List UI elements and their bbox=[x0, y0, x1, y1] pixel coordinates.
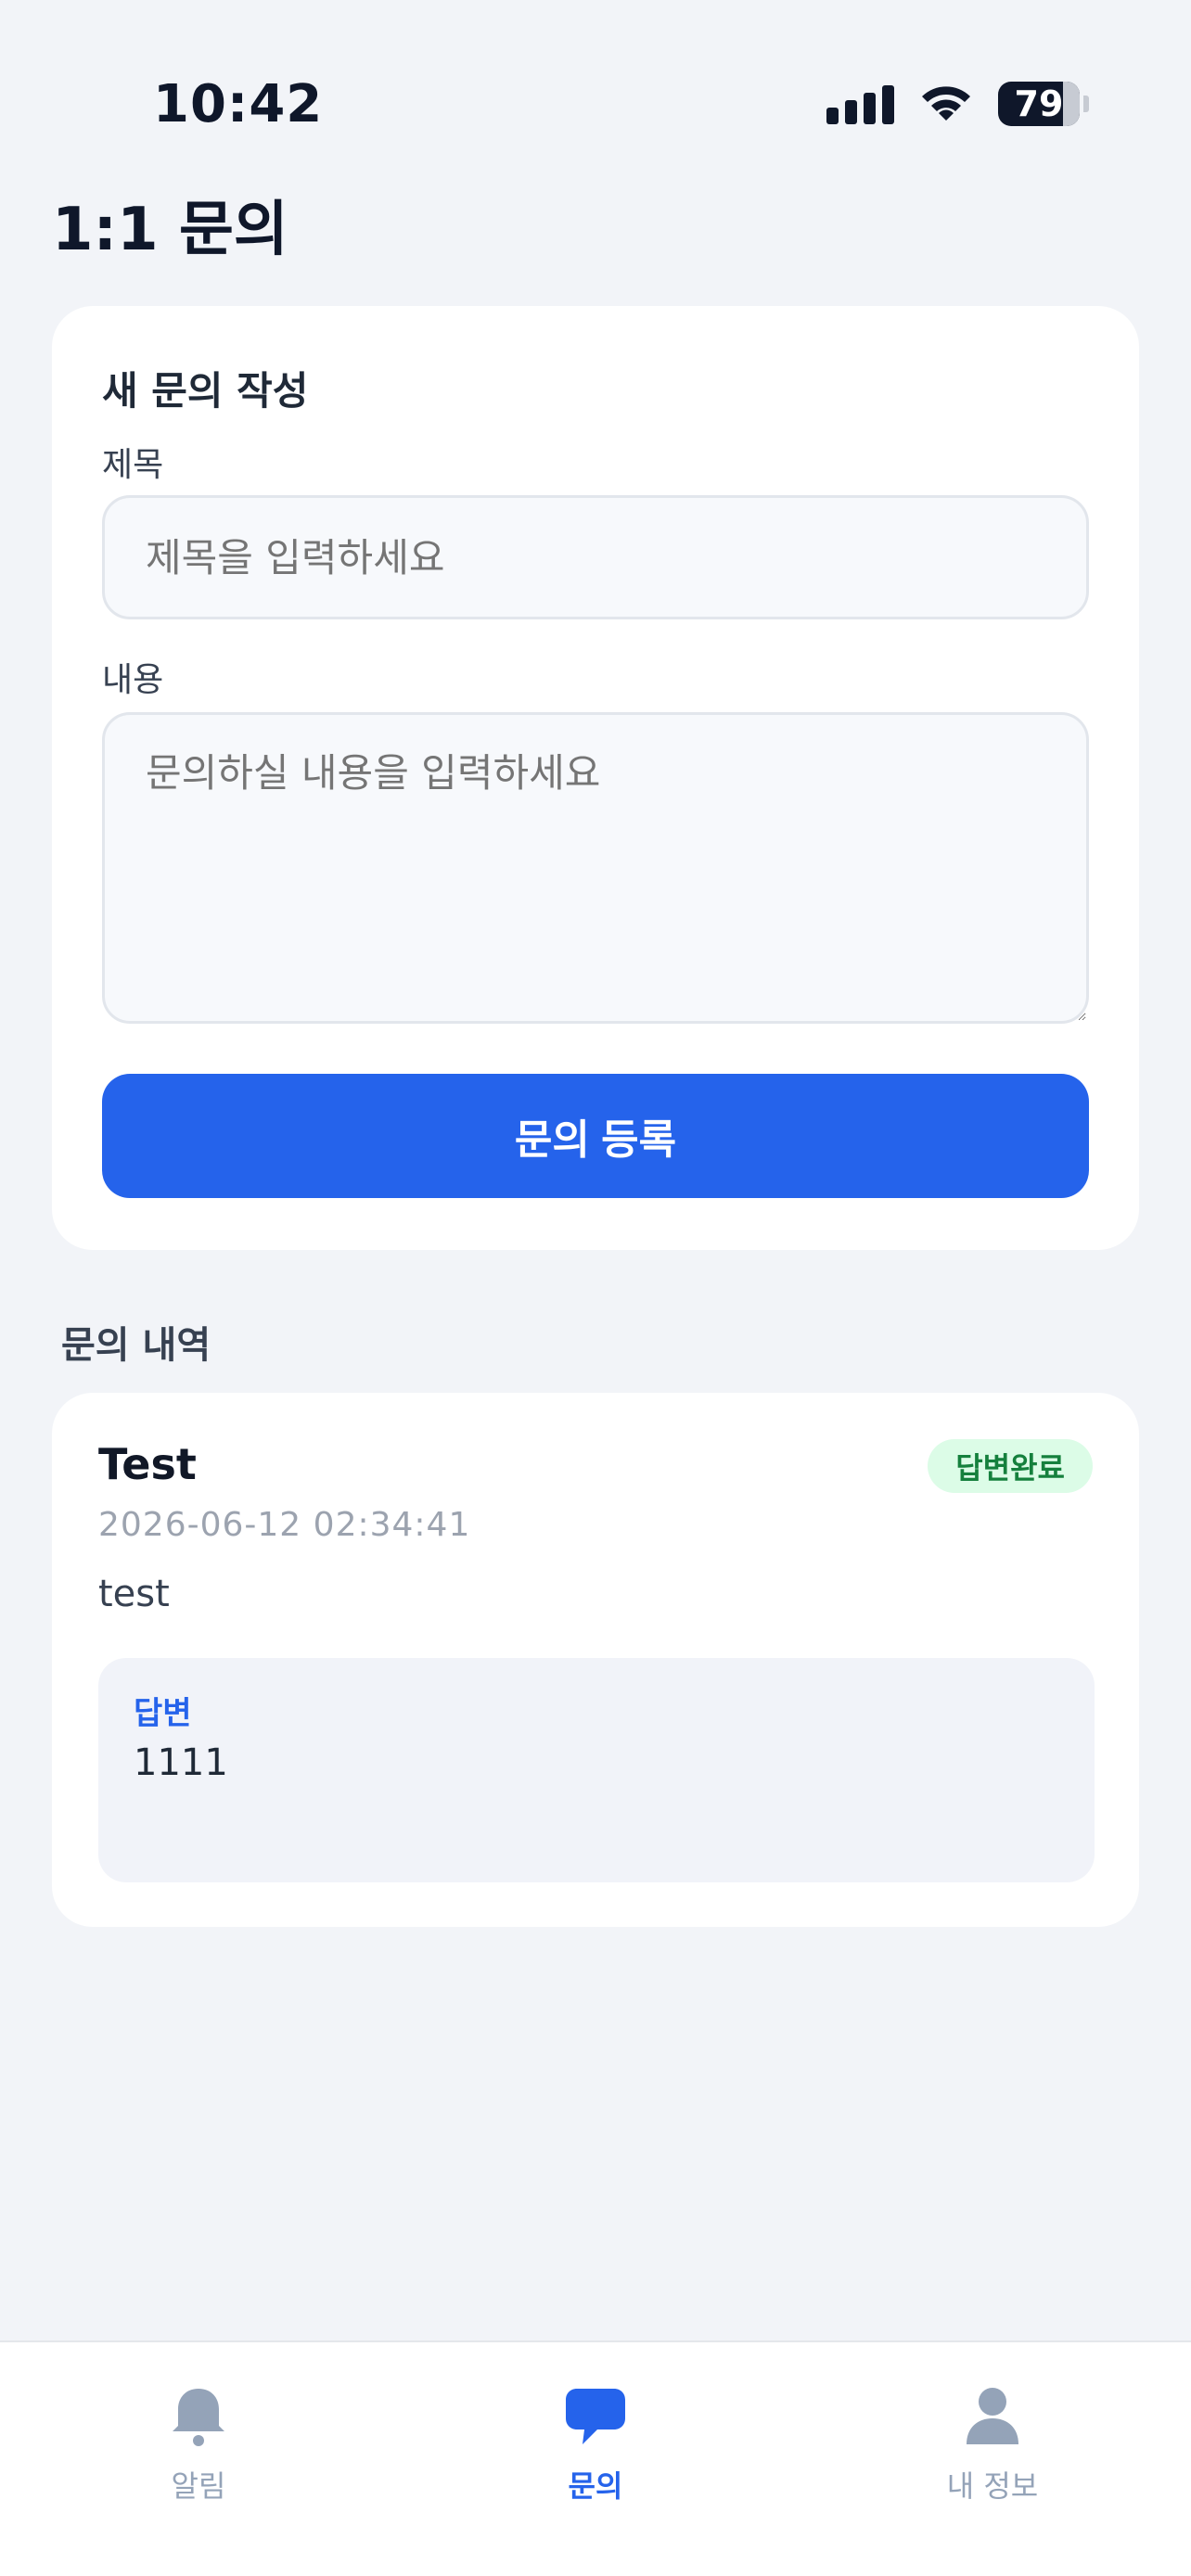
battery-icon: 79 bbox=[998, 82, 1080, 126]
nav-item-alerts[interactable]: 알림 bbox=[87, 2379, 310, 2506]
chat-bubble-icon bbox=[558, 2379, 633, 2454]
bottom-nav: 알림 문의 내 정보 bbox=[0, 2340, 1191, 2576]
signal-icon bbox=[826, 83, 894, 124]
status-icons: 79 bbox=[826, 82, 1089, 126]
status-badge: 답변완료 bbox=[928, 1439, 1093, 1493]
answer-text: 1111 bbox=[134, 1741, 228, 1784]
inquiry-item[interactable]: Test 답변완료 2026-06-12 02:34:41 test 답변 11… bbox=[52, 1393, 1139, 1927]
status-time: 10:42 bbox=[153, 74, 324, 134]
answer-box: 답변 1111 bbox=[98, 1658, 1095, 1882]
content-label: 내용 bbox=[102, 661, 164, 699]
page-title: 1:1 문의 bbox=[52, 196, 288, 264]
bell-icon bbox=[161, 2379, 236, 2454]
title-input[interactable] bbox=[102, 495, 1089, 619]
nav-label-profile: 내 정보 bbox=[946, 2468, 1039, 2504]
nav-label-inquiry: 문의 bbox=[568, 2468, 623, 2504]
nav-item-profile[interactable]: 내 정보 bbox=[881, 2379, 1104, 2506]
inquiry-screen: 10:42 79 1:1 문의 새 문의 작성 제목 제목을 입력하세요 내용 … bbox=[0, 0, 1191, 2576]
nav-item-inquiry[interactable]: 문의 bbox=[484, 2379, 707, 2506]
inquiry-date: 2026-06-12 02:34:41 bbox=[98, 1506, 471, 1544]
answer-label: 답변 bbox=[134, 1695, 192, 1732]
content-textarea[interactable] bbox=[102, 712, 1089, 1024]
battery-tip bbox=[1083, 96, 1089, 112]
submit-inquiry-button[interactable]: 문의 등록 bbox=[102, 1074, 1089, 1198]
title-label: 제목 bbox=[102, 446, 164, 484]
battery-level: 79 bbox=[1014, 83, 1064, 124]
status-bar: 10:42 79 bbox=[0, 0, 1191, 185]
nav-label-alerts: 알림 bbox=[171, 2468, 226, 2504]
person-icon bbox=[955, 2379, 1030, 2454]
new-inquiry-card: 새 문의 작성 제목 내용 문의 등록 bbox=[52, 306, 1139, 1250]
wifi-icon bbox=[922, 86, 970, 121]
inquiry-body: test bbox=[98, 1573, 170, 1615]
history-heading: 문의 내역 bbox=[61, 1324, 211, 1367]
form-heading: 새 문의 작성 bbox=[102, 368, 309, 414]
inquiry-title: Test bbox=[98, 1439, 197, 1489]
